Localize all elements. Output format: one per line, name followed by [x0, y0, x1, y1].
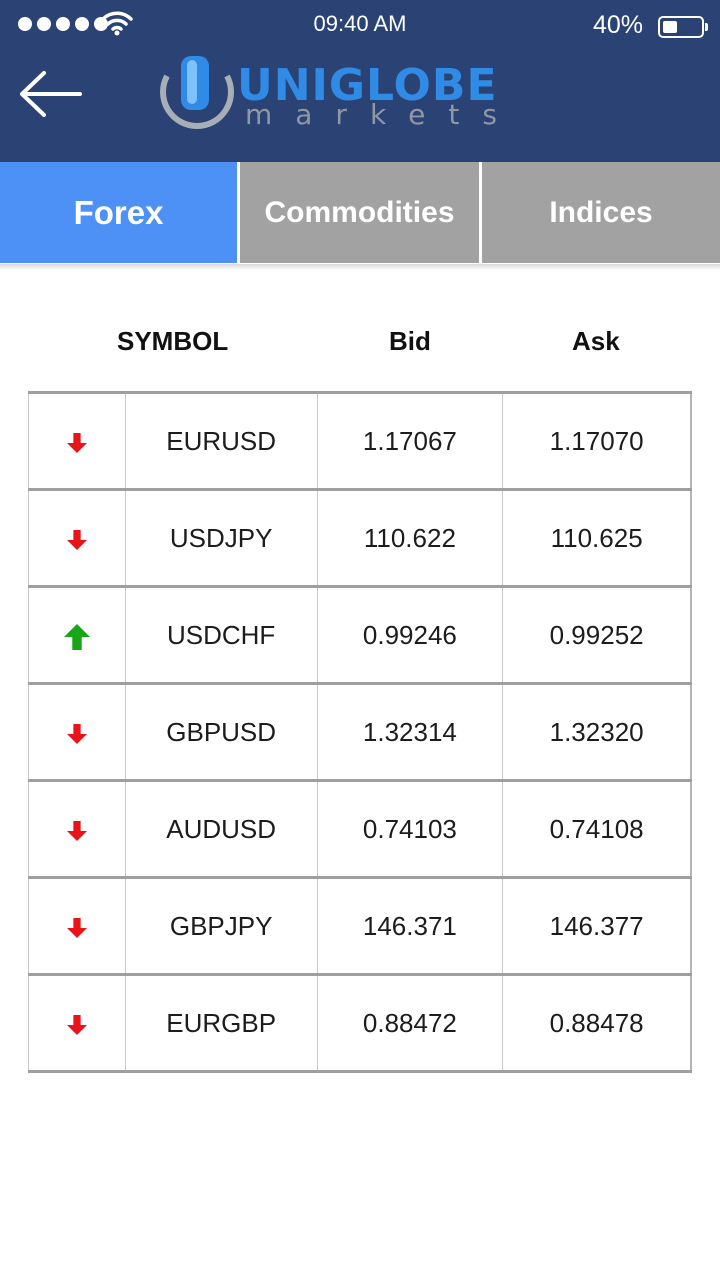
ask-cell: 110.625 — [502, 489, 693, 588]
column-symbol: SYMBOL — [117, 326, 229, 356]
arrow-down-icon — [66, 723, 87, 744]
status-bar: 09:40 AM 40% — [0, 0, 720, 50]
arrow-down-icon — [66, 820, 87, 841]
table-row[interactable]: EURUSD 1.17067 1.17070 — [28, 392, 693, 491]
bid-cell: 1.17067 — [317, 392, 504, 491]
quotes-table: EURUSD 1.17067 1.17070 USDJPY 110.622 110.625… — [28, 391, 693, 1073]
bid-cell: 110.622 — [317, 489, 504, 588]
symbol-cell: GBPUSD — [125, 683, 318, 782]
symbol-cell: AUDUSD — [125, 780, 318, 879]
logo-subtitle: markets — [245, 98, 520, 131]
trend-cell — [28, 489, 126, 588]
logo-mark-icon — [160, 56, 234, 129]
table-row[interactable]: USDJPY 110.622 110.625 — [28, 489, 693, 588]
arrow-down-icon — [66, 432, 87, 453]
table-row[interactable]: EURGBP 0.88472 0.88478 — [28, 974, 693, 1073]
arrow-up-icon — [63, 623, 90, 650]
bid-cell: 0.74103 — [317, 780, 504, 879]
trend-cell — [28, 683, 126, 782]
battery-percentage: 40% — [592, 11, 643, 39]
tabs-divider — [0, 264, 720, 270]
tab-commodities[interactable]: Commodities — [240, 162, 479, 263]
symbol-cell: EURGBP — [125, 974, 318, 1073]
ask-cell: 0.74108 — [502, 780, 693, 879]
symbol-cell: USDJPY — [125, 489, 318, 588]
market-tabs: Forex Commodities Indices — [0, 162, 720, 265]
ask-cell: 0.88478 — [502, 974, 693, 1073]
trend-cell — [28, 974, 126, 1073]
column-ask: Ask — [572, 326, 620, 356]
table-row[interactable]: USDCHF 0.99246 0.99252 — [28, 586, 693, 685]
table-row[interactable]: GBPJPY 146.371 146.377 — [28, 877, 693, 976]
uniglobe-logo: UNIGLOBE markets — [157, 54, 537, 134]
table-row[interactable]: AUDUSD 0.74103 0.74108 — [28, 780, 693, 879]
symbol-cell: EURUSD — [125, 392, 318, 491]
ask-cell: 0.99252 — [502, 586, 693, 685]
column-bid: Bid — [389, 326, 431, 356]
tab-forex[interactable]: Forex — [0, 162, 237, 263]
arrow-down-icon — [66, 529, 87, 550]
bid-cell: 146.371 — [317, 877, 504, 976]
bid-cell: 1.32314 — [317, 683, 504, 782]
battery-icon — [658, 16, 708, 38]
symbol-cell: USDCHF — [125, 586, 318, 685]
trend-cell — [28, 877, 126, 976]
ask-cell: 1.32320 — [502, 683, 693, 782]
table-row[interactable]: GBPUSD 1.32314 1.32320 — [28, 683, 693, 782]
ask-cell: 146.377 — [502, 877, 693, 976]
table-header: SYMBOL Bid Ask — [0, 326, 720, 360]
back-button[interactable] — [18, 68, 84, 120]
symbol-cell: GBPJPY — [125, 877, 318, 976]
bid-cell: 0.99246 — [317, 586, 504, 685]
trend-cell — [28, 780, 126, 879]
arrow-down-icon — [66, 1014, 87, 1035]
ask-cell: 1.17070 — [502, 392, 693, 491]
arrow-down-icon — [66, 917, 87, 938]
app-header: 09:40 AM 40% UNIGLOBE markets — [0, 0, 720, 162]
trend-cell — [28, 392, 126, 491]
tab-indices[interactable]: Indices — [482, 162, 720, 263]
arrow-left-icon — [20, 71, 82, 117]
bid-cell: 0.88472 — [317, 974, 504, 1073]
trend-cell — [28, 586, 126, 685]
